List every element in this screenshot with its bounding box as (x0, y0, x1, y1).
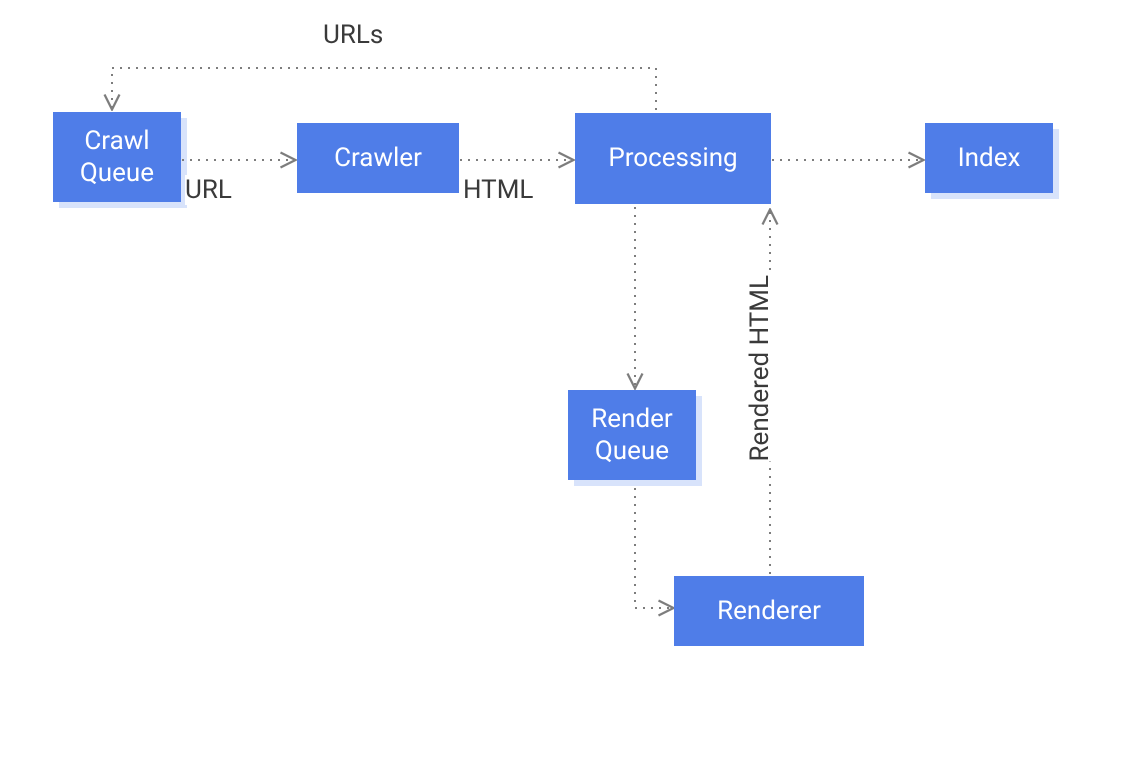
edge-label-urls: URLs (323, 20, 383, 50)
edge-label-html: HTML (463, 175, 533, 205)
node-render-queue: Render Queue (568, 390, 696, 480)
node-index-label: Index (958, 142, 1021, 175)
node-render-queue-label: Render Queue (591, 403, 672, 468)
node-crawl-queue: Crawl Queue (53, 112, 181, 202)
node-index: Index (925, 123, 1053, 193)
edge-label-rendered-html: Rendered HTML (745, 275, 775, 461)
node-processing-label: Processing (608, 142, 737, 175)
node-processing: Processing (575, 113, 771, 204)
edge-renderqueue-renderer (635, 488, 672, 608)
edge-urls (112, 68, 656, 110)
node-crawler: Crawler (297, 123, 459, 193)
node-crawl-queue-label: Crawl Queue (80, 125, 154, 190)
node-crawler-label: Crawler (334, 142, 422, 175)
node-renderer-label: Renderer (717, 595, 821, 628)
edge-label-url: URL (185, 175, 232, 205)
node-renderer: Renderer (674, 576, 864, 646)
